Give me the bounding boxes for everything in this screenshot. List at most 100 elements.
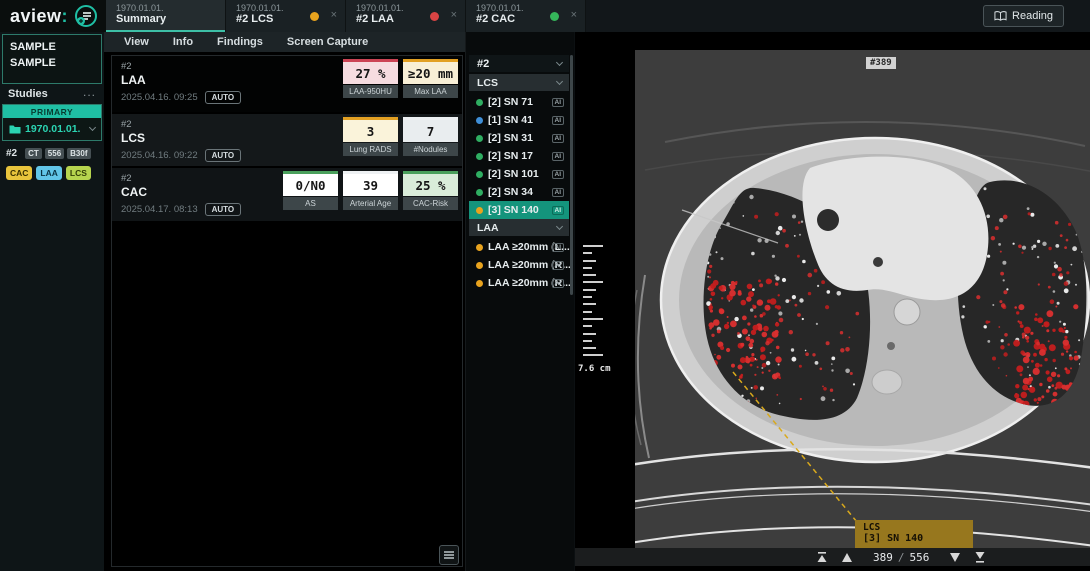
summary-card-lcs[interactable]: #2LCS2025.04.16. 09:22AUTO3Lung RADS7#No… [112,114,462,166]
left-sidebar: SAMPLE SAMPLE Studies ... PRIMARY 1970.0… [0,32,104,571]
metric-label: #Nodules [403,143,458,156]
findings-scrollbar[interactable] [570,55,573,295]
scale-ruler [583,245,613,362]
metric-value: 39 [343,171,398,196]
ai-badge: AI [552,98,565,107]
ruler-tick [583,267,592,269]
finding-dot-icon [476,135,483,142]
reading-button[interactable]: Reading [983,5,1064,27]
metric-value: 25 % [403,171,458,196]
slice-counter[interactable]: 389/556 [873,551,929,564]
finding-label: [2] SN 101 [488,168,539,180]
finding-item-2-sn-34[interactable]: [2] SN 34AI [469,183,569,201]
patient-box[interactable]: SAMPLE SAMPLE [2,34,102,84]
app-window: aview: 1970.01.01.Summary1970.01.01.#2 L… [0,0,1090,571]
ruler-tick [583,354,603,356]
logo-colon: : [62,6,68,27]
annotation-tooltip[interactable]: LCS [3] SN 140 [855,520,973,548]
ct-image[interactable] [635,50,1090,548]
group-select-laa[interactable]: LAA [469,219,569,236]
finding-item-2-sn-31[interactable]: [2] SN 31 AI [469,129,569,147]
close-icon[interactable]: × [451,8,457,22]
tab-summary[interactable]: 1970.01.01.Summary [106,0,225,32]
summary-card-cac[interactable]: #2CAC2025.04.17. 08:13AUTO0/N0AS39Arteri… [112,168,462,221]
next-slice-button[interactable] [948,550,962,564]
first-slice-button[interactable] [815,550,829,564]
slice-separator: / [893,551,910,564]
module-badge-cac[interactable]: CAC [6,166,32,180]
auto-badge: AUTO [205,91,242,104]
menu-findings[interactable]: Findings [205,36,275,48]
summary-card-laa[interactable]: #2LAA2025.04.16. 09:25AUTO27 %LAA-950HU≥… [112,56,462,112]
finding-dot-icon [476,262,483,269]
card-metrics: 27 %LAA-950HU≥20 mmMax LAA [343,59,458,98]
finding-item-2-sn-71[interactable]: [2] SN 71AI [469,93,569,111]
layout-list-button[interactable] [439,545,459,565]
finding-item-3-sn-140[interactable]: [3] SN 140AI [469,201,569,219]
card-datetime: 2025.04.16. 09:22 [121,150,198,161]
viewer-tabs: 1970.01.01.Summary1970.01.01.#2 LCS×1970… [106,0,586,32]
ruler-tick [583,289,596,291]
metric-lung-rads: 3Lung RADS [343,117,398,156]
tab-2-laa[interactable]: 1970.01.01.#2 LAA× [346,0,465,32]
series-select[interactable]: #2 [469,55,569,72]
finding-item-laa-20mm-l[interactable]: LAA ≥20mm (L...AI [469,238,569,256]
metric-value: 7 [403,117,458,142]
tab-date: 1970.01.01. [356,3,465,13]
study-card[interactable]: PRIMARY 1970.01.01. [2,104,102,141]
close-icon[interactable]: × [331,8,337,22]
slice-tag: #389 [866,57,896,69]
metric-max-laa: ≥20 mmMax LAA [403,59,458,98]
close-icon[interactable]: × [571,8,577,22]
ai-badge: AI [552,243,565,252]
finding-label: [2] SN 31 [488,132,533,144]
summary-menubar: ViewInfoFindingsScreen Capture [104,32,465,52]
finding-item-laa-20mm-r[interactable]: LAA ≥20mm (R...AI [469,256,569,274]
metric-as: 0/N0AS [283,171,338,210]
ruler-tick [583,260,596,262]
study-date-row[interactable]: 1970.01.01. [3,118,101,140]
ct-vertebra [872,370,902,394]
ai-badge: AI [552,152,565,161]
menu-screen-capture[interactable]: Screen Capture [275,36,380,48]
metric-value: 3 [343,117,398,142]
metric-label: LAA-950HU [343,85,398,98]
ai-badge: AI [552,188,565,197]
last-slice-button[interactable] [973,550,987,564]
status-dot-icon [310,12,319,21]
triangle-down-icon [949,553,961,562]
metric-label: Lung RADS [343,143,398,156]
prev-slice-button[interactable] [840,550,854,564]
tab-2-lcs[interactable]: 1970.01.01.#2 LCS× [226,0,345,32]
ai-badge: AI [552,206,565,215]
ruler-tick [583,340,592,342]
finding-item-2-sn-17[interactable]: [2] SN 17AI [469,147,569,165]
module-badge-lcs[interactable]: LCS [66,166,91,180]
tab-date: 1970.01.01. [236,3,345,13]
book-icon [994,10,1007,22]
module-badge-laa[interactable]: LAA [36,166,61,180]
finding-item-laa-20mm-r[interactable]: LAA ≥20mm (R...AI [469,274,569,292]
metric-laa-950hu: 27 %LAA-950HU [343,59,398,98]
patient-id: SAMPLE [10,55,94,71]
slice-current: 389 [873,551,893,564]
menu-info[interactable]: Info [161,36,205,48]
ai-badge: AI [552,170,565,179]
studies-menu-icon[interactable]: ... [83,85,96,99]
app-logo: aview: [0,0,106,32]
ruler-tick [583,252,592,254]
metric-value: 27 % [343,59,398,84]
card-metrics: 0/N0AS39Arterial Age25 %CAC-Risk [283,171,458,210]
ai-badge: AI [552,134,565,143]
auto-badge: AUTO [205,203,242,216]
metric-nodules: 7#Nodules [403,117,458,156]
ct-bronchus [817,209,839,231]
chevron-down-icon [89,124,96,131]
group-select-lcs[interactable]: LCS [469,74,569,91]
slice-nav-controls: 389/556 [815,550,987,564]
menu-view[interactable]: View [112,36,161,48]
finding-item-1-sn-41[interactable]: [1] SN 41AI [469,111,569,129]
tab-2-cac[interactable]: 1970.01.01.#2 CAC× [466,0,585,32]
finding-item-2-sn-101[interactable]: [2] SN 101 AI [469,165,569,183]
series-row[interactable]: #2 CT556B30f [0,148,104,159]
